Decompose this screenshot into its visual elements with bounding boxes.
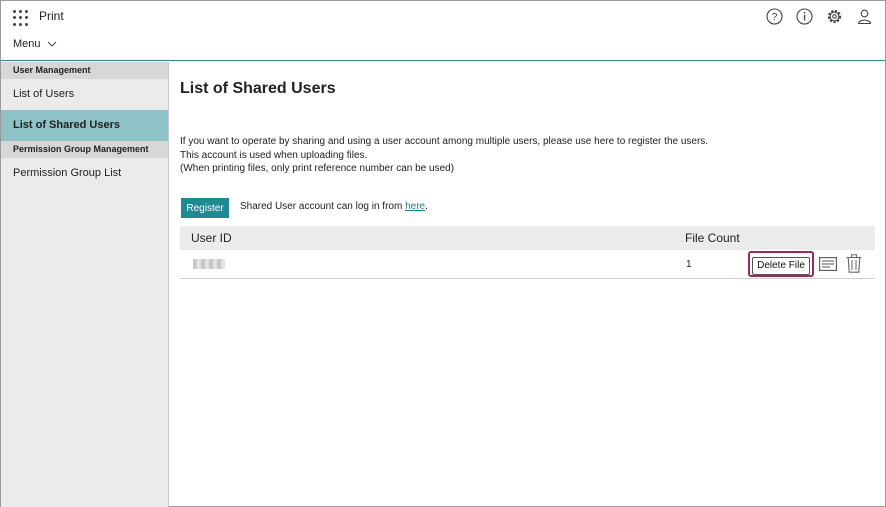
page-description: If you want to operate by sharing and us… bbox=[180, 135, 708, 176]
trash-icon[interactable] bbox=[846, 254, 862, 273]
register-button[interactable]: Register bbox=[181, 198, 229, 218]
details-icon[interactable] bbox=[819, 256, 837, 272]
main-content: List of Shared Users If you want to oper… bbox=[170, 62, 886, 507]
info-icon[interactable] bbox=[795, 7, 813, 25]
sidebar-item-list-of-shared-users[interactable]: List of Shared Users bbox=[1, 110, 168, 141]
file-count-value: 1 bbox=[686, 259, 692, 270]
menu-toggle[interactable]: Menu bbox=[13, 38, 57, 50]
sidebar-section-user-management: User Management bbox=[1, 62, 168, 79]
page-title: List of Shared Users bbox=[180, 80, 336, 97]
delete-file-button[interactable]: Delete File bbox=[752, 256, 810, 275]
login-note-text: Shared User account can log in from bbox=[240, 201, 406, 212]
app-title: Print bbox=[39, 9, 64, 23]
sidebar-section-permission-group-management: Permission Group Management bbox=[1, 141, 168, 158]
menu-label: Menu bbox=[13, 38, 41, 50]
shared-users-table: User ID File Count 1 Delete File bbox=[180, 226, 875, 279]
header-icon-group: ? bbox=[765, 7, 873, 25]
redacted-user-id bbox=[193, 259, 225, 269]
table-row: 1 Delete File bbox=[180, 250, 875, 279]
sidebar-item-permission-group-list[interactable]: Permission Group List bbox=[1, 158, 168, 189]
app-window: Print Menu ? User Management List of Use… bbox=[0, 0, 886, 507]
column-header-user-id[interactable]: User ID bbox=[191, 231, 232, 245]
login-here-link[interactable]: here bbox=[405, 201, 425, 212]
top-header: Print Menu ? bbox=[1, 1, 885, 61]
chevron-down-icon bbox=[47, 41, 56, 47]
table-header: User ID File Count bbox=[180, 226, 875, 250]
svg-text:?: ? bbox=[771, 12, 777, 23]
apps-grid-icon[interactable] bbox=[13, 10, 29, 26]
user-icon[interactable] bbox=[855, 7, 873, 25]
delete-file-highlight: Delete File bbox=[748, 251, 814, 277]
login-note: Shared User account can log in from here… bbox=[240, 201, 428, 212]
sidebar: User Management List of Users List of Sh… bbox=[1, 62, 169, 507]
column-header-file-count[interactable]: File Count bbox=[685, 231, 740, 245]
login-note-suffix: . bbox=[425, 201, 428, 212]
help-icon[interactable]: ? bbox=[765, 7, 783, 25]
settings-icon[interactable] bbox=[825, 7, 843, 25]
description-line: If you want to operate by sharing and us… bbox=[180, 136, 709, 147]
description-line: (When printing files, only print referen… bbox=[180, 163, 455, 174]
sidebar-item-list-of-users[interactable]: List of Users bbox=[1, 79, 168, 110]
description-line: This account is used when uploading file… bbox=[180, 149, 368, 161]
